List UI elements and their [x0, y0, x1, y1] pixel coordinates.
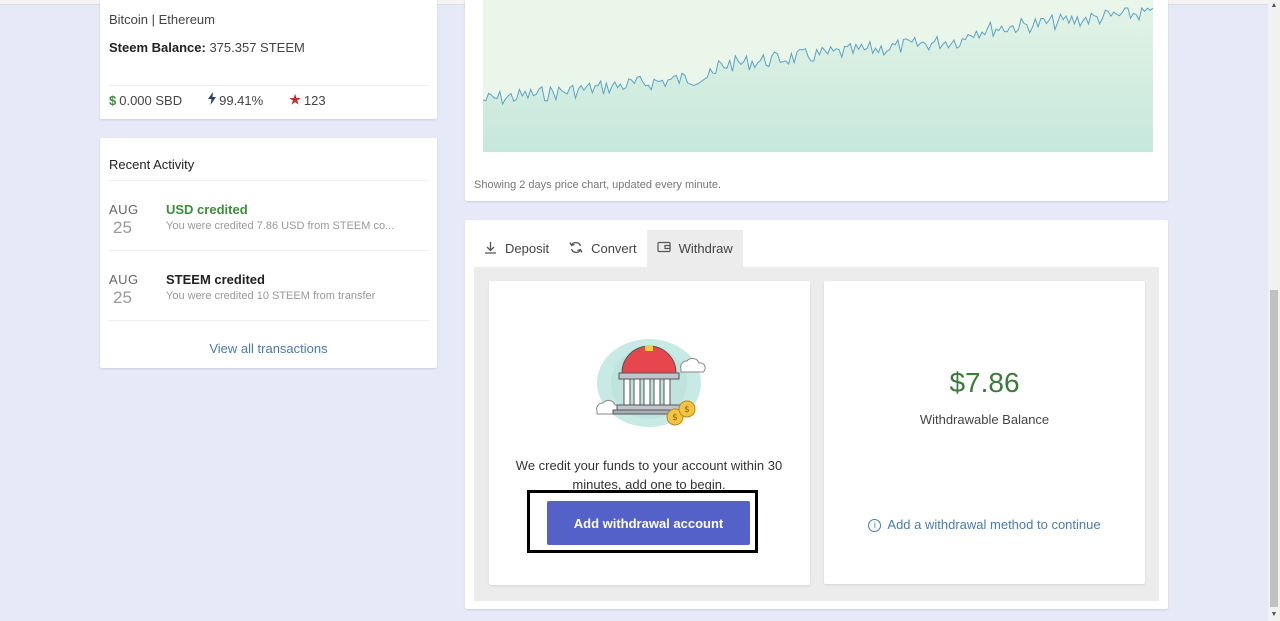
price-chart-card: Showing 2 days price chart, updated ever… — [465, 0, 1168, 201]
reputation-value: 123 — [303, 92, 326, 108]
activity-name: USD credited — [166, 202, 248, 217]
price-chart — [483, 0, 1153, 152]
add-withdrawal-method-link[interactable]: i Add a withdrawal method to continue — [824, 517, 1145, 532]
steem-balance-label: Steem Balance: — [109, 40, 206, 55]
divider — [108, 250, 429, 251]
info-icon: i — [868, 519, 882, 532]
view-all-transactions-link[interactable]: View all transactions — [100, 341, 437, 356]
svg-text:$: $ — [672, 413, 678, 423]
recent-activity-card: Recent Activity AUG 25 USD credited You … — [100, 138, 437, 368]
reputation-stat: ★ 123 — [289, 92, 325, 108]
add-account-panel: $ $ We credit your funds to your account… — [489, 281, 810, 585]
steem-balance-value: 375.357 STEEM — [209, 40, 305, 55]
sbd-stat: $ 0.000 SBD — [109, 92, 182, 108]
star-icon: ★ — [289, 92, 301, 107]
activity-item[interactable]: AUG 25 STEEM credited You were credited … — [109, 272, 429, 312]
withdrawable-amount: $7.86 — [949, 367, 1020, 398]
tab-withdraw[interactable]: Withdraw — [646, 230, 743, 267]
activity-month: AUG — [109, 272, 139, 287]
activity-description: You were credited 10 STEEM from transfer — [166, 290, 376, 302]
add-withdrawal-account-button[interactable]: Add withdrawal account — [547, 501, 750, 545]
scroll-down-arrow-icon[interactable]: ▼ — [1268, 609, 1280, 621]
activity-day: 25 — [113, 288, 132, 307]
balance-panel: $7.86 Withdrawable Balance i Add a withdr… — [824, 281, 1145, 584]
voting-power-stat: 99.41% — [208, 92, 263, 108]
activity-item[interactable]: AUG 25 USD credited You were credited 7.… — [109, 202, 429, 242]
tab-withdraw-label: Withdraw — [678, 241, 733, 256]
recent-activity-title: Recent Activity — [109, 157, 195, 172]
tab-convert[interactable]: Convert — [559, 230, 647, 267]
activity-day: 25 — [113, 218, 132, 237]
scroll-up-arrow-icon[interactable]: ▲ — [1268, 0, 1280, 12]
sbd-value: 0.000 SBD — [119, 92, 183, 108]
highlight-box: Add withdrawal account — [527, 490, 758, 553]
refresh-icon — [569, 241, 583, 257]
wallet-icon — [657, 241, 671, 256]
add-withdrawal-method-label: Add a withdrawal method to continue — [887, 517, 1101, 532]
tab-deposit-label: Deposit — [505, 241, 550, 256]
scrollbar-thumb[interactable] — [1270, 290, 1278, 607]
voting-power-value: 99.41% — [219, 92, 264, 108]
withdrawable-balance-label: Withdrawable Balance — [919, 412, 1050, 427]
steem-balance: Steem Balance: 375.357 STEEM — [109, 40, 305, 55]
activity-month: AUG — [109, 202, 139, 217]
divider — [108, 180, 429, 181]
profile-card: Bitcoin | Ethereum Steem Balance: 375.35… — [100, 0, 437, 119]
wallet-card: Deposit Convert Withdraw $ $ We credit y… — [465, 220, 1168, 609]
tab-deposit[interactable]: Deposit — [474, 230, 559, 267]
divider — [108, 320, 429, 321]
credit-info-text: We credit your funds to your account wit… — [515, 458, 783, 492]
download-icon — [484, 241, 497, 257]
svg-text:$: $ — [684, 405, 690, 415]
chart-caption: Showing 2 days price chart, updated ever… — [474, 179, 722, 191]
withdraw-panel: $ $ We credit your funds to your account… — [474, 267, 1159, 601]
profile-coins: Bitcoin | Ethereum — [109, 12, 215, 27]
profile-stats: $ 0.000 SBD 99.41% ★ 123 — [109, 92, 352, 108]
dollar-icon: $ — [109, 92, 117, 108]
bank-illustration: $ $ — [596, 339, 706, 427]
tab-convert-label: Convert — [591, 241, 637, 256]
lightning-icon — [208, 92, 217, 108]
divider — [108, 85, 429, 86]
activity-name: STEEM credited — [166, 272, 265, 287]
activity-description: You were credited 7.86 USD from STEEM co… — [166, 220, 395, 232]
wallet-tabs: Deposit Convert Withdraw — [474, 230, 743, 267]
